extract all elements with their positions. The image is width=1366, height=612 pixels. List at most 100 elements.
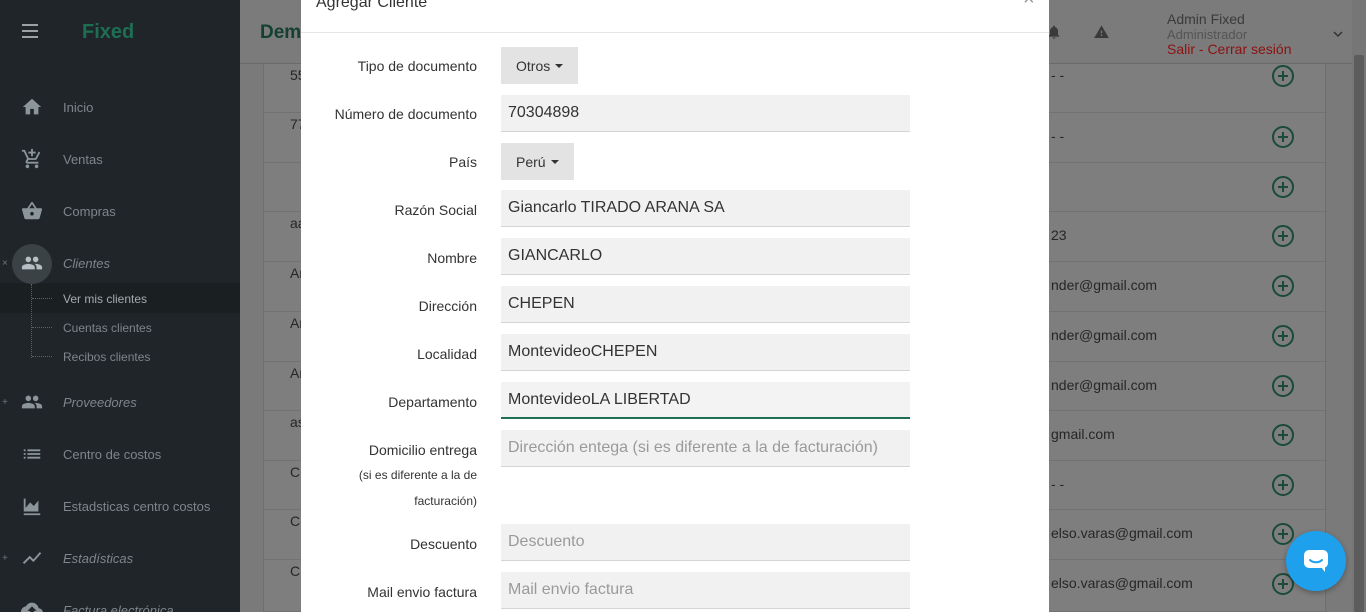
- domicilio-entrega-label: Domicilio entrega: [368, 442, 477, 458]
- sidebar-item-label: Estadsticas centro costos: [63, 498, 211, 514]
- basket-icon: [21, 201, 43, 220]
- sidebar-item-label: Estadísticas: [63, 550, 134, 566]
- add-circle-icon[interactable]: [1271, 125, 1295, 149]
- mail-envio-field[interactable]: [501, 572, 910, 609]
- nombre-field[interactable]: [501, 238, 910, 275]
- departamento-field[interactable]: [501, 382, 910, 419]
- add-circle-icon[interactable]: [1271, 224, 1295, 248]
- descuento-field[interactable]: [501, 524, 910, 561]
- chat-icon: [1304, 550, 1328, 572]
- home-icon: [22, 98, 42, 115]
- page-title: Dem: [260, 22, 302, 43]
- table-cell-contact: - -: [1051, 476, 1065, 492]
- sidebar-item-inicio[interactable]: Inicio: [0, 92, 240, 122]
- numero-documento-label: Número de documento: [334, 106, 477, 122]
- table-cell-contact: nder@gmail.com: [1051, 327, 1158, 343]
- tipo-documento-value: Otros: [516, 57, 551, 74]
- add-circle-icon[interactable]: [1271, 473, 1295, 497]
- caret-down-icon: [555, 63, 564, 68]
- localidad-label: Localidad: [417, 346, 477, 362]
- modal-divider: [301, 32, 1049, 33]
- user-name: Admin Fixed: [1167, 11, 1245, 27]
- sidebar-subitem-cuentas-clientes[interactable]: Cuentas clientes: [63, 321, 152, 335]
- sidebar-item-proveedores[interactable]: Proveedores: [0, 387, 240, 417]
- table-cell-contact: 23: [1051, 227, 1067, 243]
- razon-social-label: Razón Social: [394, 202, 478, 218]
- page-scrollbar[interactable]: [1352, 0, 1366, 612]
- descuento-label: Descuento: [410, 536, 477, 552]
- warning-icon[interactable]: [1093, 24, 1110, 40]
- sidebar-item-label: Centro de costos: [63, 446, 162, 462]
- domicilio-entrega-note: (si es diferente a la de: [358, 468, 477, 482]
- table-cell-contact: elso.varas@gmail.com: [1051, 525, 1193, 541]
- sidebar: Fixed Inicio Ventas Compras × Clientes V…: [0, 0, 240, 612]
- modal-title: Agregar Cliente: [316, 0, 428, 11]
- chat-widget-button[interactable]: [1286, 531, 1346, 591]
- list-icon: [23, 449, 41, 459]
- pais-label: País: [448, 154, 477, 170]
- sidebar-item-label: Inicio: [63, 99, 94, 115]
- table-cell-contact: gmail.com: [1051, 426, 1115, 442]
- add-circle-icon[interactable]: [1271, 423, 1295, 447]
- table-cell-contact: nder@gmail.com: [1051, 277, 1158, 293]
- close-icon[interactable]: ×: [1023, 0, 1035, 11]
- sidebar-item-label: Ventas: [63, 151, 103, 167]
- area-chart-icon: [23, 498, 41, 516]
- cart-add-icon: [21, 148, 41, 169]
- add-circle-icon[interactable]: [1271, 175, 1295, 199]
- caret-down-icon: [550, 159, 559, 164]
- add-circle-icon[interactable]: [1271, 274, 1295, 298]
- nombre-label: Nombre: [427, 250, 477, 266]
- sidebar-item-label: Compras: [63, 203, 116, 219]
- sidebar-subitem-recibos-clientes[interactable]: Recibos clientes: [63, 350, 150, 364]
- table-cell-contact: elso.varas@gmail.com: [1051, 575, 1193, 591]
- logout-link[interactable]: Salir - Cerrar sesión: [1167, 42, 1291, 57]
- localidad-field[interactable]: [501, 334, 910, 371]
- pais-value: Perú: [516, 153, 546, 170]
- table-cell-contact: - -: [1051, 67, 1065, 83]
- add-client-modal: Agregar Cliente × Tipo de documento Otro…: [301, 0, 1049, 612]
- sidebar-subitem-ver-mis-clientes[interactable]: Ver mis clientes: [63, 292, 147, 306]
- numero-documento-field[interactable]: [501, 95, 910, 132]
- people-icon: [21, 256, 43, 270]
- table-cell-contact: nder@gmail.com: [1051, 377, 1158, 393]
- user-menu[interactable]: Admin Fixed Administrador Salir - Cerrar…: [1167, 12, 1291, 57]
- user-role: Administrador: [1167, 27, 1248, 42]
- chevron-down-icon[interactable]: [1333, 30, 1343, 38]
- tree-line: [31, 284, 32, 358]
- direccion-field[interactable]: [501, 286, 910, 323]
- table-cell-contact: - -: [1051, 128, 1065, 144]
- tipo-documento-label: Tipo de documento: [357, 58, 477, 74]
- table-cell-client: C: [290, 563, 301, 579]
- menu-icon[interactable]: [22, 24, 38, 38]
- table-cell-client: C: [290, 464, 301, 480]
- tree-dash: [32, 298, 52, 299]
- sidebar-item-clientes[interactable]: Clientes: [0, 248, 240, 278]
- mail-envio-label: Mail envio factura: [367, 584, 477, 600]
- tree-dash: [32, 356, 52, 357]
- brand-logo[interactable]: Fixed: [82, 21, 134, 44]
- sidebar-item-estadisticas-centro[interactable]: Estadsticas centro costos: [0, 491, 240, 521]
- scrollbar-thumb[interactable]: [1354, 55, 1364, 612]
- domicilio-entrega-note-2: facturación): [414, 494, 477, 508]
- sidebar-item-centro-costos[interactable]: Centro de costos: [0, 439, 240, 469]
- people-outline-icon: [21, 395, 43, 409]
- direccion-label: Dirección: [418, 298, 477, 314]
- sidebar-item-label: Proveedores: [63, 394, 137, 410]
- sidebar-item-ventas[interactable]: Ventas: [0, 144, 240, 174]
- pais-dropdown[interactable]: Perú: [501, 143, 574, 180]
- add-circle-icon[interactable]: [1271, 64, 1295, 88]
- sidebar-item-label: Factura electrónica: [63, 602, 174, 612]
- sidebar-item-factura[interactable]: Factura electrónica: [0, 595, 240, 612]
- add-circle-icon[interactable]: [1271, 374, 1295, 398]
- sidebar-item-compras[interactable]: Compras: [0, 196, 240, 226]
- razon-social-field[interactable]: [501, 190, 910, 227]
- cloud-upload-icon: [21, 602, 43, 612]
- departamento-label: Departamento: [388, 394, 477, 410]
- sidebar-item-estadisticas[interactable]: Estadísticas: [0, 543, 240, 573]
- tree-dash: [32, 327, 52, 328]
- tipo-documento-dropdown[interactable]: Otros: [501, 47, 579, 84]
- add-circle-icon[interactable]: [1271, 324, 1295, 348]
- sidebar-item-label: Clientes: [63, 255, 110, 271]
- domicilio-entrega-field[interactable]: [501, 430, 910, 467]
